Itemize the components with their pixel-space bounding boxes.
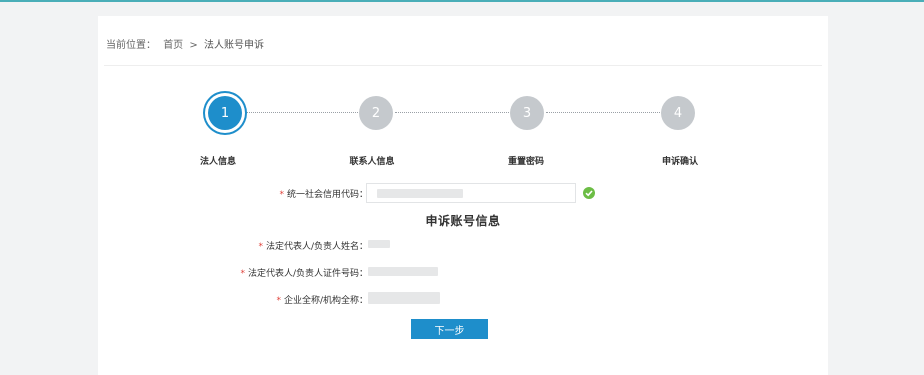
required-mark: * xyxy=(240,269,245,279)
credit-code-label: * 统一社会信用代码： xyxy=(279,190,368,200)
breadcrumb-current: 法人账号申诉 xyxy=(203,40,264,51)
required-mark: * xyxy=(258,242,263,252)
credit-code-input[interactable] xyxy=(366,183,576,203)
step-2-number: 2 xyxy=(371,105,381,121)
required-mark: * xyxy=(279,190,284,200)
org-name-value xyxy=(368,292,440,304)
step-1-label: 法人信息 xyxy=(199,157,237,167)
rep-name-row: * 法定代表人/负责人姓名： xyxy=(98,235,828,257)
top-accent-line xyxy=(0,0,924,2)
next-step-button[interactable]: 下一步 xyxy=(411,319,488,339)
section-title: 申诉账号信息 xyxy=(425,214,501,228)
breadcrumb-divider xyxy=(104,65,822,66)
step-connector-3-4 xyxy=(546,112,660,113)
required-mark: * xyxy=(276,296,281,306)
step-3-label: 重置密码 xyxy=(507,157,545,167)
credit-code-row: * 统一社会信用代码： xyxy=(98,183,828,205)
breadcrumb-home-link[interactable]: 首页 xyxy=(163,40,183,51)
step-1-circle: 1 xyxy=(208,96,242,130)
rep-id-label: * 法定代表人/负责人证件号码： xyxy=(240,269,368,279)
step-4-circle: 4 xyxy=(661,96,695,130)
rep-id-value xyxy=(368,267,438,276)
breadcrumb-separator: > xyxy=(189,40,198,51)
breadcrumb-prefix: 当前位置： xyxy=(106,40,156,51)
breadcrumb: 当前位置： 首页 > 法人账号申诉 xyxy=(106,36,264,51)
org-name-label: * 企业全称/机构全称： xyxy=(276,296,368,306)
step-2-label: 联系人信息 xyxy=(349,157,395,167)
step-3-number: 3 xyxy=(522,105,532,121)
step-4-number: 4 xyxy=(673,105,683,121)
step-connector-2-3 xyxy=(395,112,509,113)
redacted-value xyxy=(377,189,463,198)
step-3-circle: 3 xyxy=(510,96,544,130)
org-name-row: * 企业全称/机构全称： xyxy=(98,289,828,311)
step-2-circle: 2 xyxy=(359,96,393,130)
valid-check-icon xyxy=(583,187,595,199)
main-card: 当前位置： 首页 > 法人账号申诉 1 2 3 4 法人信息 联系人信息 重置密… xyxy=(98,16,828,375)
rep-name-label: * 法定代表人/负责人姓名： xyxy=(258,242,368,252)
step-1-number: 1 xyxy=(220,105,230,121)
step-connector-1-2 xyxy=(244,112,358,113)
rep-id-row: * 法定代表人/负责人证件号码： xyxy=(98,262,828,284)
step-4-label: 申诉确认 xyxy=(661,157,699,167)
rep-name-value xyxy=(368,240,390,248)
progress-steps: 1 2 3 4 法人信息 联系人信息 重置密码 申诉确认 xyxy=(98,96,828,186)
